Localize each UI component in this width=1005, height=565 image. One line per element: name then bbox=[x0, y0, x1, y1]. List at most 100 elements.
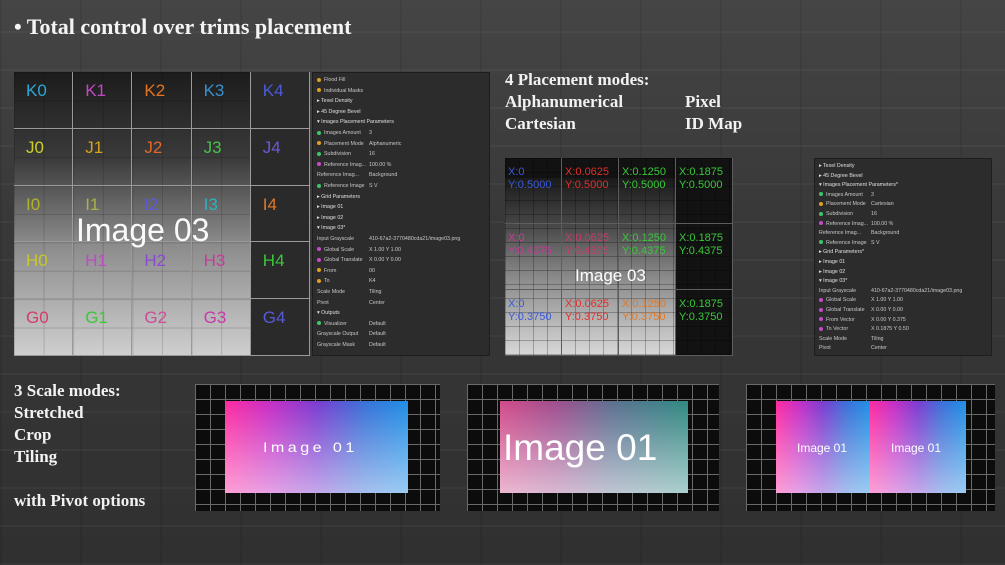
property-value[interactable]: 410-67a2-3770480cda21/image03.png bbox=[369, 236, 460, 242]
parameter-status-icon bbox=[317, 278, 321, 283]
property-value[interactable]: Center bbox=[871, 345, 887, 351]
property-value[interactable]: 3 bbox=[369, 130, 372, 136]
property-label: ▸ Grid Parameters bbox=[317, 193, 360, 200]
property-value[interactable]: S V bbox=[369, 183, 378, 189]
property-value[interactable]: Center bbox=[369, 300, 385, 306]
property-row[interactable]: To Vector X 0.1875 Y 0.50 bbox=[819, 326, 987, 334]
property-row[interactable]: Reference Imag... 100.00 % bbox=[819, 221, 987, 229]
property-row[interactable]: Pivot Center bbox=[317, 300, 485, 308]
grid-cell-label: I4 bbox=[262, 194, 277, 214]
property-row[interactable]: Placement Mode Cartesian bbox=[819, 201, 987, 209]
property-row[interactable]: Individual Masks bbox=[317, 88, 485, 96]
property-value[interactable]: Background bbox=[871, 230, 899, 236]
property-row[interactable]: ▸ 45 Degree Bevel bbox=[819, 173, 987, 181]
property-value[interactable]: 16 bbox=[871, 211, 877, 217]
property-value[interactable]: Default bbox=[369, 342, 386, 348]
property-row[interactable]: Grayscale Mask Default bbox=[317, 342, 485, 350]
property-row[interactable]: Reference Imag... Background bbox=[317, 172, 485, 180]
property-row[interactable]: Scale Mode Tiling bbox=[317, 289, 485, 297]
property-row[interactable]: ▸ 45 Degree Bevel bbox=[317, 109, 485, 117]
property-row[interactable]: From 00 bbox=[317, 268, 485, 276]
property-value[interactable]: X 1.00 Y 1.00 bbox=[369, 247, 401, 253]
property-row[interactable]: Reference Imag... 100.00 % bbox=[317, 162, 485, 170]
property-row[interactable]: ▾ Outputs bbox=[317, 310, 485, 318]
property-row[interactable]: Grayscale Output Default bbox=[317, 331, 485, 339]
cartesian-grid-preview: X:0 Y:0.5000 X:0.0625 Y:0.5000 X:0.1250 Y:0.5… bbox=[505, 158, 733, 356]
property-label: Grayscale Mask bbox=[317, 342, 355, 348]
property-value[interactable]: S V bbox=[871, 240, 880, 246]
page-headline: • Total control over trims placement bbox=[14, 14, 352, 39]
grid-cell-label: K2 bbox=[144, 81, 166, 100]
mode-alphanumerical: Alphanumerical bbox=[505, 92, 624, 111]
property-label: Subdivision bbox=[826, 211, 854, 217]
property-row[interactable]: Global Translate X 0.00 Y 0.00 bbox=[317, 257, 485, 265]
property-value[interactable]: 410-67a2-3770480cda21/image03.png bbox=[871, 288, 962, 294]
property-label: Placement Mode bbox=[826, 201, 866, 208]
property-label: Pivot bbox=[819, 345, 831, 352]
property-row[interactable]: Visualizer Default bbox=[317, 321, 485, 329]
property-row[interactable]: ▾ Images Placement Parameters bbox=[317, 119, 485, 127]
property-row[interactable]: Global Scale X 1.00 Y 1.00 bbox=[317, 247, 485, 255]
property-value[interactable]: Tiling bbox=[369, 289, 381, 295]
parameter-status-icon bbox=[317, 257, 321, 262]
property-row[interactable]: Subdivision 16 bbox=[317, 151, 485, 159]
property-label: ▸ 45 Degree Bevel bbox=[317, 108, 361, 115]
property-value[interactable]: Cartesian bbox=[871, 201, 894, 207]
property-row[interactable]: Input Grayscale 410-67a2-3770480cda21/ima… bbox=[819, 288, 987, 296]
cartesian-coordinate-label: X:0.1250 Y:0.4375 bbox=[622, 232, 667, 257]
property-row[interactable]: Global Scale X 1.00 Y 1.00 bbox=[819, 297, 987, 305]
property-row[interactable]: Global Translate X 0.00 Y 0.00 bbox=[819, 307, 987, 315]
property-row[interactable]: To K4 bbox=[317, 278, 485, 286]
property-value[interactable]: Default bbox=[369, 321, 386, 327]
property-value[interactable]: Alphanumeric bbox=[369, 141, 401, 147]
property-row[interactable]: ▸ Grid Parameters bbox=[317, 194, 485, 202]
property-row[interactable]: ▾ Image 03* bbox=[819, 278, 987, 286]
property-row[interactable]: Pivot Center bbox=[819, 345, 987, 353]
property-row[interactable]: Reference Image S V bbox=[317, 183, 485, 191]
scale-mode-crop: Crop bbox=[14, 425, 52, 444]
property-row[interactable]: ▸ Texel Density bbox=[819, 163, 987, 171]
property-row[interactable]: Flood Fill bbox=[317, 77, 485, 85]
property-row[interactable]: Subdivision 16 bbox=[819, 211, 987, 219]
mode-cartesian: Cartesian bbox=[505, 114, 576, 133]
property-value[interactable]: K4 bbox=[369, 278, 375, 284]
property-row[interactable]: ▾ Image 03* bbox=[317, 225, 485, 233]
crop-preview: Image 01 bbox=[467, 384, 719, 511]
property-value[interactable]: X 0.00 Y 0.375 bbox=[871, 317, 906, 323]
property-row[interactable]: Placement Mode Alphanumeric bbox=[317, 141, 485, 149]
property-label: ▸ Image 01 bbox=[317, 204, 344, 211]
property-row[interactable]: ▸ Image 02 bbox=[317, 215, 485, 223]
property-label: Placement Mode bbox=[324, 140, 364, 147]
property-value[interactable]: Default bbox=[369, 331, 386, 337]
property-row[interactable]: Input Grayscale 410-67a2-3770480cda21/ima… bbox=[317, 236, 485, 244]
property-label: From Vector bbox=[826, 316, 855, 323]
property-value[interactable]: X 1.00 Y 1.00 bbox=[871, 297, 903, 303]
property-row[interactable]: ▸ Image 01 bbox=[819, 259, 987, 267]
property-value[interactable]: X 0.00 Y 0.00 bbox=[369, 257, 401, 263]
property-row[interactable]: ▸ Image 01 bbox=[317, 204, 485, 212]
property-value[interactable]: X 0.1875 Y 0.50 bbox=[871, 326, 909, 332]
property-row[interactable]: Reference Imag... Background bbox=[819, 230, 987, 238]
property-value[interactable]: Tiling bbox=[871, 336, 883, 342]
property-row[interactable]: Reference Image S V bbox=[819, 240, 987, 248]
property-row[interactable]: Scale Mode Tiling bbox=[819, 336, 987, 344]
property-value[interactable]: 100.00 % bbox=[871, 221, 893, 227]
property-label: ▸ Texel Density bbox=[317, 98, 353, 105]
grid-cell-label: K4 bbox=[262, 81, 284, 100]
property-value[interactable]: 00 bbox=[369, 268, 375, 274]
property-value[interactable]: Background bbox=[369, 172, 397, 178]
property-row[interactable]: From Vector X 0.00 Y 0.375 bbox=[819, 317, 987, 325]
property-row[interactable]: ▸ Grid Parameters* bbox=[819, 249, 987, 257]
property-row[interactable]: Images Amount 3 bbox=[819, 192, 987, 200]
property-row[interactable]: ▸ Texel Density bbox=[317, 98, 485, 106]
property-value[interactable]: 100.00 % bbox=[369, 162, 391, 168]
property-row[interactable]: ▾ Images Placement Parameters* bbox=[819, 182, 987, 190]
cartesian-coordinate-label: X:0.1250 Y:0.3750 bbox=[622, 298, 667, 323]
properties-panel-cartesian: ▸ Texel Density ▸ 45 Degree Bevel ▾ Images… bbox=[814, 158, 992, 356]
property-row[interactable]: ▸ Image 02 bbox=[819, 269, 987, 277]
property-row[interactable]: Images Amount 3 bbox=[317, 130, 485, 138]
property-value[interactable]: 3 bbox=[871, 192, 874, 198]
property-value[interactable]: X 0.00 Y 0.00 bbox=[871, 307, 903, 313]
cartesian-coordinate-label: X:0 Y:0.4375 bbox=[508, 232, 552, 257]
property-value[interactable]: 16 bbox=[369, 151, 375, 157]
